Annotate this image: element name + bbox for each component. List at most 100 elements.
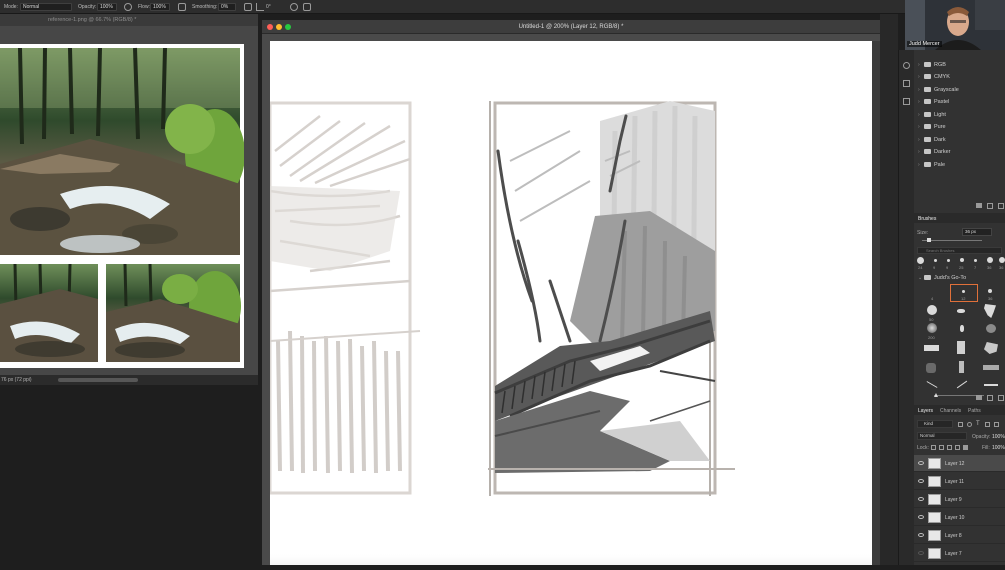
pixel-filter-icon[interactable] xyxy=(958,422,963,427)
right-panels: › RGB › CMYK › Grayscale › Pastel › Light › Pu… xyxy=(914,50,1005,565)
recent-brush[interactable] xyxy=(974,259,977,262)
properties-icon[interactable] xyxy=(903,98,910,105)
people-icon[interactable] xyxy=(903,62,910,69)
brush-search-input[interactable]: Search Brushes xyxy=(917,247,1002,254)
brush-preset[interactable] xyxy=(986,324,996,333)
brush-preset[interactable] xyxy=(926,363,936,373)
layer-name: Layer 7 xyxy=(945,551,962,557)
tab-paths[interactable]: Paths xyxy=(968,408,981,414)
brush-preset[interactable] xyxy=(957,309,965,313)
tab-layers[interactable]: Layers xyxy=(918,408,933,414)
pressure-size-icon[interactable] xyxy=(290,3,298,11)
brush-preset[interactable] xyxy=(984,384,998,386)
layer-name: Layer 9 xyxy=(945,497,962,503)
recent-brush[interactable] xyxy=(987,257,993,263)
swatch-group-row[interactable]: › CMYK xyxy=(914,71,1005,83)
reference-document-tab[interactable]: reference-1.png @ 66.7% (RGB/8) * xyxy=(0,14,258,26)
swatch-group-row[interactable]: › Pastel xyxy=(914,96,1005,108)
brushes-tab[interactable]: Brushes xyxy=(918,216,936,222)
shape-filter-icon[interactable] xyxy=(985,422,990,427)
fill-value[interactable]: 100% xyxy=(992,445,1005,451)
brush-preset[interactable] xyxy=(926,381,938,388)
brush-size-field[interactable]: 36 px xyxy=(962,228,992,236)
layer-row[interactable]: Layer 11 xyxy=(914,473,1005,490)
brush-preset[interactable] xyxy=(984,342,998,354)
mode-select[interactable]: Normal xyxy=(20,3,72,11)
smoothing-field[interactable]: 0% xyxy=(218,3,236,11)
new-swatch-icon[interactable] xyxy=(987,203,993,209)
type-filter-icon[interactable]: T xyxy=(976,421,980,427)
pressure-opacity-icon[interactable] xyxy=(124,3,132,11)
brush-preset[interactable] xyxy=(983,365,999,370)
scissors-icon[interactable] xyxy=(903,80,910,87)
recent-brush[interactable] xyxy=(947,259,950,262)
lock-position-icon[interactable] xyxy=(947,445,952,450)
recent-brush[interactable] xyxy=(960,258,964,262)
layer-filter-select[interactable]: Kind xyxy=(917,420,953,428)
eye-icon[interactable] xyxy=(918,461,924,465)
folder-icon xyxy=(924,99,931,104)
layer-row[interactable]: Layer 7 xyxy=(914,545,1005,562)
tab-channels[interactable]: Channels xyxy=(940,408,961,414)
brush-preset[interactable] xyxy=(927,305,937,315)
brush-preset[interactable] xyxy=(924,345,939,351)
swatch-group-row[interactable]: › Dark xyxy=(914,134,1005,146)
layer-row[interactable]: Layer 10 xyxy=(914,509,1005,526)
eye-icon[interactable] xyxy=(918,497,924,501)
new-brush-icon[interactable] xyxy=(987,395,993,401)
adjustment-filter-icon[interactable] xyxy=(967,422,972,427)
lock-pixels-icon[interactable] xyxy=(939,445,944,450)
brush-folder-row[interactable]: ⌄ Judd's Go-To xyxy=(914,272,1005,284)
brush-preset[interactable] xyxy=(959,361,964,373)
folder-icon xyxy=(924,87,931,92)
brush-preset[interactable] xyxy=(960,325,964,332)
symmetry-icon[interactable] xyxy=(303,3,311,11)
eye-icon[interactable] xyxy=(918,479,924,483)
swatch-group-row[interactable]: › Light xyxy=(914,109,1005,121)
opacity-field[interactable]: 100% xyxy=(97,3,117,11)
gear-icon[interactable] xyxy=(244,3,252,11)
sketch-thumbnail-right xyxy=(488,101,735,496)
angle-value[interactable]: 0° xyxy=(266,4,271,10)
brush-preset[interactable] xyxy=(962,290,965,293)
layer-row-selected[interactable]: Layer 12 xyxy=(914,455,1005,472)
layer-opacity-value[interactable]: 100% xyxy=(992,434,1005,440)
swatch-group-row[interactable]: › Pale xyxy=(914,159,1005,171)
swatch-group-row[interactable]: › Grayscale xyxy=(914,84,1005,96)
layer-row[interactable]: Layer 8 xyxy=(914,527,1005,544)
eye-icon[interactable] xyxy=(918,515,924,519)
lock-artboard-icon[interactable] xyxy=(955,445,960,450)
tool-options-bar: Mode: Normal Opacity: 100% Flow: 100% Sm… xyxy=(0,0,905,14)
lock-transparent-icon[interactable] xyxy=(931,445,936,450)
brush-preset[interactable] xyxy=(957,341,965,354)
new-group-icon[interactable] xyxy=(976,203,982,208)
brush-size-slider-thumb[interactable] xyxy=(927,238,931,242)
layer-row[interactable]: Layer 9 xyxy=(914,491,1005,508)
swatch-group-row[interactable]: › Pure xyxy=(914,121,1005,133)
brush-preset[interactable] xyxy=(956,380,968,389)
canvas-vertical-scrollbar[interactable] xyxy=(872,41,880,565)
blend-mode-select[interactable]: Normal xyxy=(917,432,967,440)
brush-preset[interactable] xyxy=(988,289,992,293)
lock-all-icon[interactable] xyxy=(963,445,968,450)
smart-object-filter-icon[interactable] xyxy=(994,422,999,427)
trash-icon[interactable] xyxy=(998,203,1004,209)
swatch-group-row[interactable]: › Darker xyxy=(914,146,1005,158)
trash-icon[interactable] xyxy=(998,395,1004,401)
recent-brush[interactable] xyxy=(934,259,937,262)
flow-field[interactable]: 100% xyxy=(150,3,170,11)
airbrush-icon[interactable] xyxy=(178,3,186,11)
recent-brush[interactable] xyxy=(917,257,924,264)
main-window-titlebar[interactable]: Untitled-1 @ 200% (Layer 12, RGB/8) * xyxy=(262,20,880,34)
new-brush-group-icon[interactable] xyxy=(976,395,982,400)
drawing-canvas[interactable] xyxy=(268,41,872,565)
brush-preset[interactable] xyxy=(984,304,996,318)
brush-preset[interactable] xyxy=(927,323,937,333)
reference-horizontal-scrollbar[interactable] xyxy=(58,378,138,382)
swatch-group-row[interactable]: › RGB xyxy=(914,59,1005,71)
layer-name: Layer 8 xyxy=(945,533,962,539)
eye-icon[interactable] xyxy=(918,533,924,537)
brush-size-slider[interactable] xyxy=(922,240,982,241)
recent-brush[interactable] xyxy=(999,257,1005,263)
eye-icon[interactable] xyxy=(918,551,924,555)
